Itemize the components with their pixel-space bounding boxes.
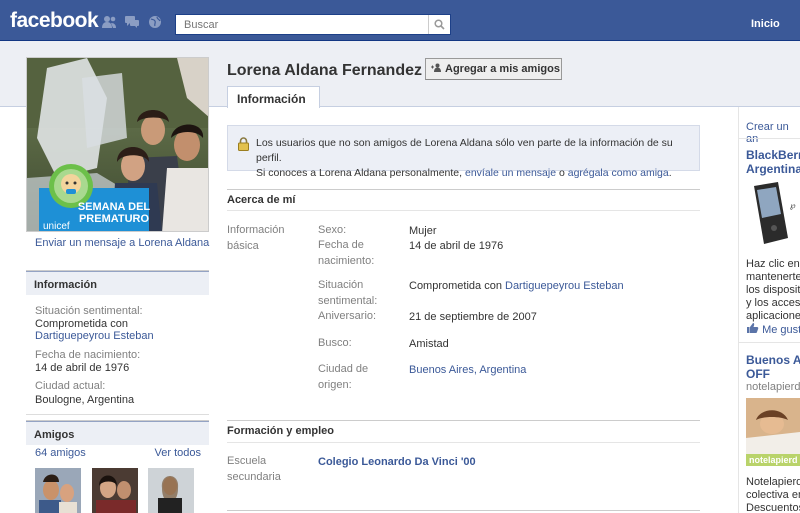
add-friend-notice-link[interactable]: agrégala como amiga [568, 167, 669, 179]
sidebar-city-label: Ciudad actual: [35, 380, 106, 392]
friend-thumbnail[interactable] [92, 468, 138, 513]
looking-for-value: Amistad [409, 338, 449, 350]
send-message-notice-link[interactable]: envíale un mensaje [465, 167, 556, 179]
tab-information[interactable]: Información [227, 86, 320, 108]
profile-name: Lorena Aldana Fernandez [227, 62, 422, 79]
profile-picture[interactable]: SEMANA DEL PREMATURO unicef [26, 57, 209, 232]
sidebar-relationship-partner-link[interactable]: Dartiguepeyrou Esteban [35, 330, 154, 342]
sidebar-birthday-value: 14 de abril de 1976 [35, 362, 130, 374]
anniversary-label: Aniversario: [318, 310, 377, 322]
create-ad-link[interactable]: Crear un an [746, 121, 800, 145]
notifications-globe-icon[interactable] [147, 15, 163, 29]
ad1-text: Haz clic en "mantenertelos dispositivy l… [746, 258, 800, 322]
svg-text:℘: ℘ [790, 201, 796, 210]
relationship-label: Situación sentimental: [318, 279, 378, 307]
ad2-source: notelapierda [746, 381, 800, 393]
friend-thumbnail[interactable] [148, 468, 194, 513]
sidebar-info-box: Información Situación sentimental: Compr… [26, 270, 209, 415]
facebook-logo[interactable]: facebook [10, 9, 99, 33]
privacy-notice: Los usuarios que no son amigos de Lorena… [227, 125, 700, 179]
relationship-partner-link[interactable]: Dartiguepeyrou Esteban [505, 280, 624, 292]
notice-line1: Los usuarios que no son amigos de Lorena… [256, 137, 673, 164]
friend-requests-icon[interactable] [101, 15, 117, 29]
hometown-link[interactable]: Buenos Aires, Argentina [409, 364, 526, 376]
sidebar-birthday-label: Fecha de nacimiento: [35, 349, 141, 361]
anniversary-value: 21 de septiembre de 2007 [409, 311, 537, 323]
unicef-logo-text: unicef [43, 221, 70, 232]
send-message-link[interactable]: Enviar un mensaje a Lorena Aldana [35, 237, 209, 249]
picture-caption-line1: SEMANA DEL [78, 201, 151, 213]
sex-value: Mujer [409, 225, 437, 237]
nav-home-link[interactable]: Inicio [751, 18, 780, 30]
add-friend-button[interactable]: Agregar a mis amigos [425, 58, 562, 80]
sex-label: Sexo: [318, 224, 347, 236]
ad2-title[interactable]: Buenos A OFF [746, 353, 800, 381]
search-icon [434, 19, 445, 30]
ad2-brand-text: notelapierd [749, 455, 798, 465]
sidebar-city-value: Boulogne, Argentina [35, 394, 135, 406]
picture-caption-line2: PREMATURO [79, 213, 150, 225]
add-friend-label: Agregar a mis amigos [445, 63, 560, 75]
sidebar-relationship-value: Comprometida con [35, 318, 128, 330]
notice-line2: Si conoces a Lorena Aldana personalmente… [256, 167, 672, 179]
messages-icon[interactable] [124, 15, 140, 29]
search-button[interactable] [428, 15, 450, 34]
top-bar: facebook Inicio [0, 0, 800, 41]
thumbs-up-icon [746, 323, 759, 336]
friend-thumbnail[interactable] [35, 468, 81, 513]
birth-value: 14 de abril de 1976 [409, 240, 504, 252]
ad1-phone-image[interactable]: ℘ [748, 178, 800, 250]
add-friend-icon [431, 63, 441, 75]
birth-label: Fecha de nacimiento: [318, 239, 375, 267]
search-input[interactable] [176, 15, 428, 34]
about-section-title: Acerca de mí [227, 194, 296, 206]
ad1-title[interactable]: BlackBerr Argentina [746, 148, 800, 176]
friends-count-link[interactable]: 64 amigos [35, 447, 86, 459]
relationship-value: Comprometida con Dartiguepeyrou Esteban [409, 280, 624, 292]
school-link[interactable]: Colegio Leonardo Da Vinci '00 [318, 456, 476, 468]
sidebar-relationship-label: Situación sentimental: [35, 305, 143, 317]
sidebar-info-title: Información [26, 271, 209, 295]
search-box[interactable] [175, 14, 451, 35]
lock-icon [237, 137, 250, 156]
friends-title: Amigos [26, 421, 209, 445]
sidebar-friends-box: Amigos 64 amigos Ver todos [26, 420, 209, 513]
ad1-like[interactable]: Me gust [746, 322, 800, 336]
ad2-text: Notelapierdacolectiva enDescuentos [746, 476, 800, 513]
ad2-image[interactable]: notelapierd [746, 398, 800, 466]
friends-see-all-link[interactable]: Ver todos [155, 447, 201, 459]
education-section-title: Formación y empleo [227, 425, 334, 437]
looking-for-label: Busco: [318, 337, 352, 349]
school-label: Escuela secundaria [227, 455, 281, 483]
hometown-label: Ciudad de origen: [318, 363, 369, 391]
basic-info-label: Información básica [227, 224, 285, 252]
